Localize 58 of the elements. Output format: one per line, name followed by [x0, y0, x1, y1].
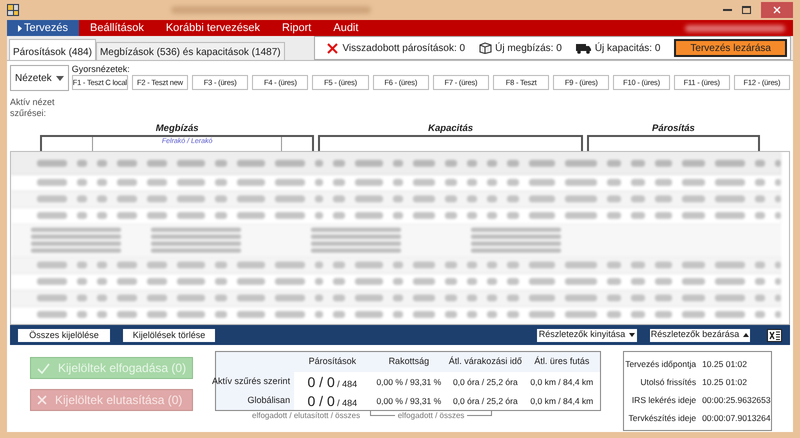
table-cell-text: 0,00 % / 93,31 % [375, 376, 442, 389]
excel-export-icon[interactable] [767, 328, 782, 342]
table-cell-text: 0,0 óra / 25,2 óra [452, 376, 519, 389]
info-label: Tervezés időpontja [624, 358, 696, 370]
menu-item[interactable]: Tervezés [7, 20, 80, 36]
cross-icon [327, 42, 338, 54]
chevron-up-icon [743, 333, 750, 337]
collapse-details-button[interactable]: Részletezők bezárása [650, 328, 750, 342]
new-capacity-count: Új kapacitás: 0 [594, 41, 660, 56]
info-label: Tervkészítés ideje [628, 412, 696, 424]
info-value: 00:00:25.9632653 [702, 394, 771, 406]
info-value: 10.25 01:02 [702, 376, 747, 388]
info-label: Utolsó frissítés [639, 376, 696, 388]
cross-icon [37, 395, 47, 405]
table-cell-text: 0,0 óra / 25,2 óra [452, 395, 519, 408]
info-value: 00:00:07.9013264 [702, 412, 771, 424]
truck-icon [576, 42, 592, 54]
check-icon [37, 362, 50, 374]
pairing-count: 0 / 0 / 484 [306, 392, 358, 411]
active-filters-label: Aktív nézet szűrései: [10, 97, 56, 119]
menu-item[interactable]: Korábbi tervezések [154, 20, 272, 36]
menu-item[interactable]: Audit [322, 20, 370, 36]
caret-icon [56, 76, 64, 80]
column-heading: Átl. üres futás [533, 355, 590, 368]
group-heading: Kapacitás [428, 123, 474, 135]
tab[interactable]: Párosítások (484) [9, 39, 96, 60]
views-dropdown[interactable]: Nézetek [10, 65, 69, 91]
chevron-down-icon [629, 333, 636, 337]
pairing-count: 0 / 0 / 484 [306, 373, 358, 392]
menu-item[interactable]: Beállítások [79, 20, 155, 36]
table-cell-text: 0,00 % / 93,31 % [375, 395, 442, 408]
close-button[interactable] [761, 2, 793, 18]
tab[interactable]: Megbízások (536) és kapacitások (1487) [96, 42, 285, 60]
clear-selection-button[interactable]: Kijelölések törlése [123, 328, 215, 342]
close-icon [773, 6, 781, 14]
column-heading: Párosítások [308, 355, 358, 368]
new-orders-count: Új megbízás: 0 [495, 41, 562, 56]
play-icon [18, 24, 22, 32]
expand-details-button[interactable]: Részletezők kinyitása [537, 328, 637, 342]
column-heading: Rakottság [388, 355, 430, 368]
legend-text: elfogadott / összes [396, 411, 466, 421]
group-heading: Párosítás [652, 123, 695, 135]
box-icon [479, 42, 492, 54]
info-value: 10.25 01:02 [702, 358, 747, 370]
app-logo-icon [7, 4, 19, 16]
quick-views-label: Gyorsnézetek: [72, 64, 131, 75]
maximize-icon[interactable] [742, 6, 751, 14]
column-heading: Átl. várakozási idő [448, 355, 523, 368]
select-all-button[interactable]: Összes kijelölése [18, 328, 110, 342]
row-label: Globálisan [246, 394, 292, 407]
rejected-count: Visszadobott párosítások: 0 [342, 42, 466, 56]
table-cell-text: 0,0 km / 84,4 km [529, 376, 594, 389]
info-label: IRS lekérés ideje [630, 394, 696, 406]
group-heading: Megbízás [156, 123, 199, 135]
close-planning-button[interactable]: Tervezés lezárása [674, 39, 787, 57]
table-cell-text: 0,0 km / 84,4 km [529, 395, 594, 408]
legend-text: elfogadott / elutasított / összes [251, 411, 362, 421]
menu-item[interactable]: Riport [271, 20, 322, 36]
